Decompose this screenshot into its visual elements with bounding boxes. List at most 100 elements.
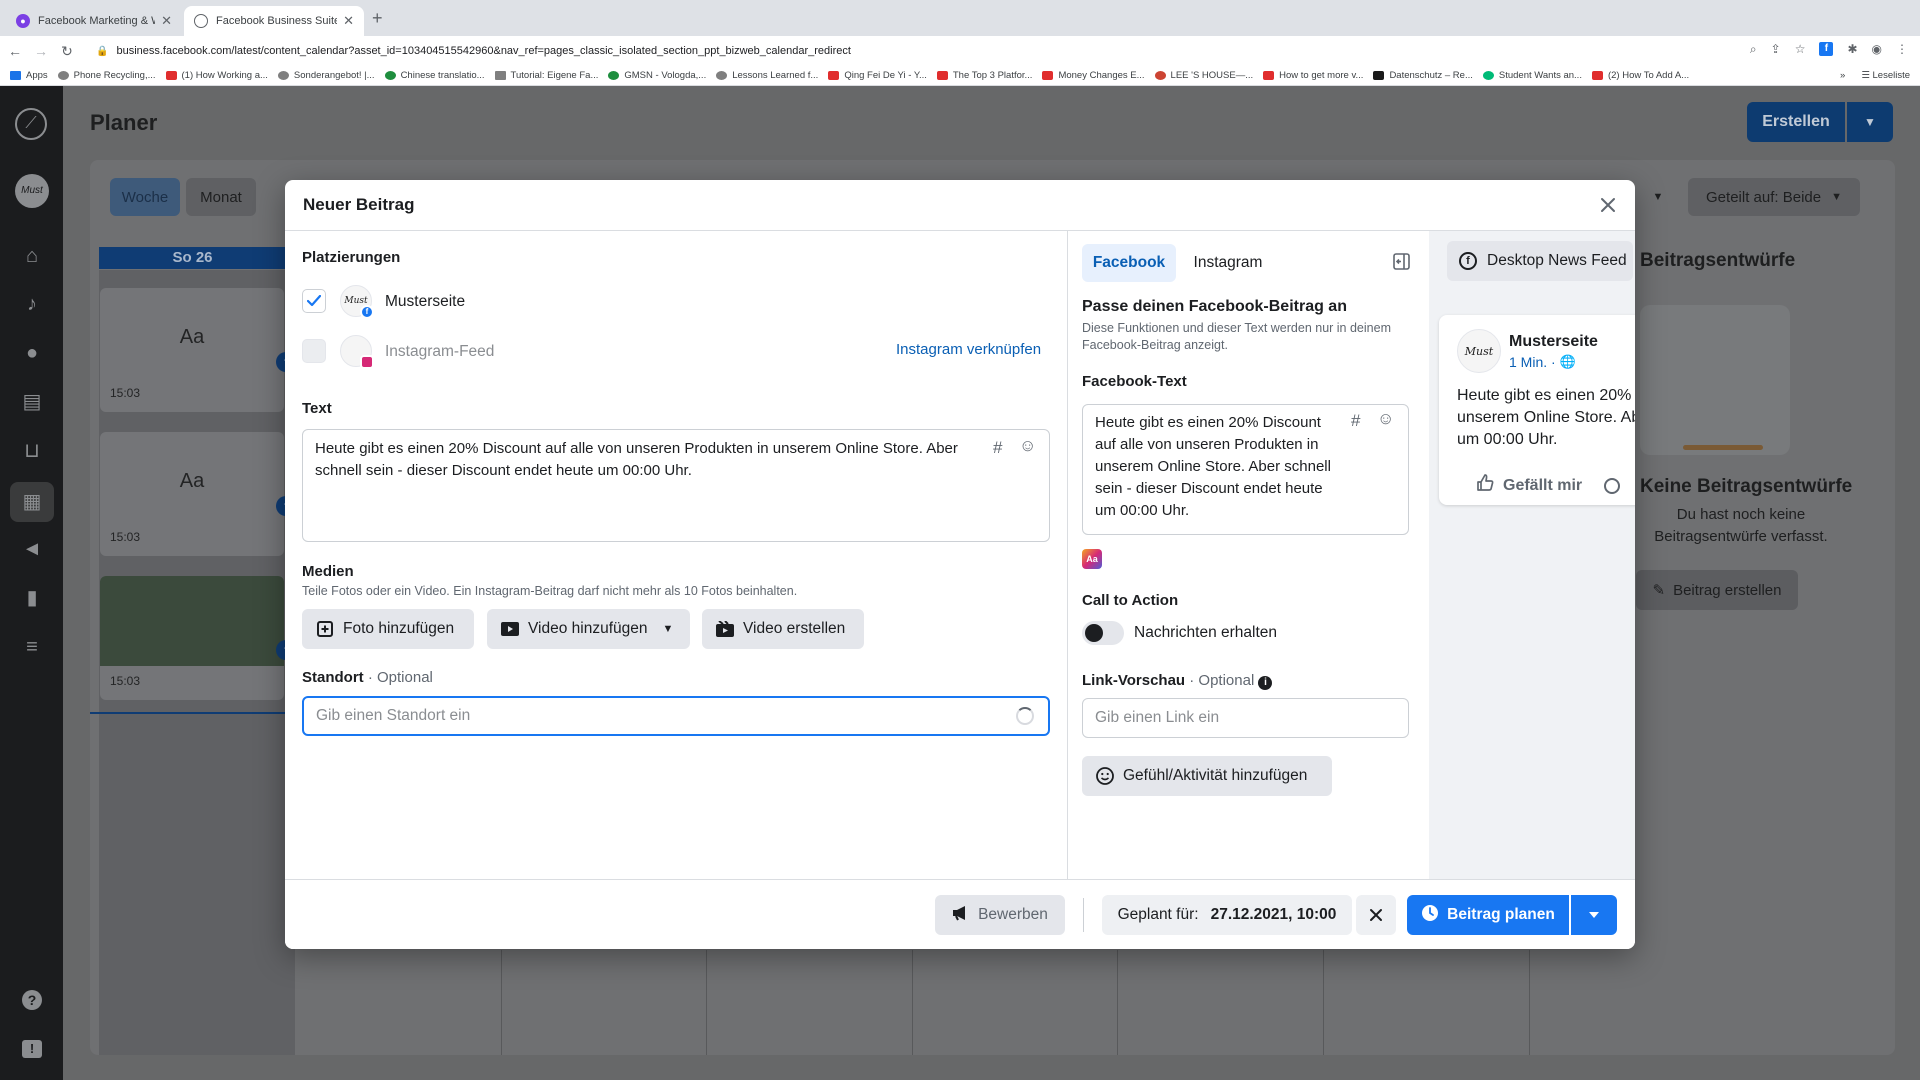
- browser-tab-business-suite[interactable]: Facebook Business Suite ✕: [184, 6, 364, 36]
- clock-icon: [1421, 904, 1439, 927]
- meta-logo-icon[interactable]: ⟋: [15, 108, 47, 140]
- browser-tab-facebook-marketing[interactable]: ● Facebook Marketing & Werbea ✕: [6, 6, 182, 36]
- create-video-button[interactable]: Video erstellen: [702, 609, 864, 649]
- bookmark-item[interactable]: GMSN - Vologda,...: [608, 70, 706, 81]
- bookmark-item[interactable]: Money Changes E...: [1042, 70, 1145, 81]
- calendar-post-card[interactable]: Aa f 15:03: [100, 432, 296, 556]
- bookmark-item[interactable]: Lessons Learned f...: [716, 70, 818, 81]
- menu-icon[interactable]: ≡: [20, 635, 44, 659]
- hashtag-icon[interactable]: #: [993, 438, 1002, 458]
- bookmark-item[interactable]: Sonderangebot! |...: [277, 70, 375, 81]
- facebook-extension-icon[interactable]: f: [1819, 42, 1834, 56]
- extensions-icon[interactable]: ✱: [1847, 42, 1857, 57]
- zoom-icon[interactable]: ⌕: [1750, 42, 1757, 57]
- shared-on-filter[interactable]: Geteilt auf: Beide ▼: [1688, 178, 1860, 216]
- facebook-text-area[interactable]: Heute gibt es einen 20% Discount auf all…: [1082, 404, 1409, 535]
- link-input[interactable]: [1082, 698, 1409, 738]
- facebook-badge-icon: f: [360, 305, 374, 319]
- posts-icon[interactable]: ▤: [20, 390, 44, 414]
- notifications-icon[interactable]: ♪: [20, 292, 44, 316]
- schedule-options-chevron-icon[interactable]: [1571, 895, 1617, 935]
- bookmark-item[interactable]: Tutorial: Eigene Fa...: [494, 70, 598, 81]
- view-week-tab[interactable]: Woche: [110, 178, 180, 216]
- bookmark-item[interactable]: LEE 'S HOUSE—...: [1154, 70, 1253, 81]
- toggle-knob: [1085, 624, 1103, 642]
- youtube-icon: [828, 71, 840, 80]
- page-avatar-icon[interactable]: Must: [15, 174, 49, 208]
- collapse-panel-icon[interactable]: [1393, 253, 1410, 275]
- schedule-post-button[interactable]: Beitrag planen: [1407, 895, 1569, 935]
- shop-icon[interactable]: ⊔: [20, 439, 44, 463]
- location-input[interactable]: [302, 696, 1050, 736]
- bookmark-star-icon[interactable]: ☆: [1795, 42, 1806, 57]
- facebook-icon: f: [1459, 252, 1477, 270]
- profile-avatar-icon[interactable]: ◉: [1872, 42, 1882, 57]
- calendar-post-card[interactable]: Aa f 15:03: [100, 288, 296, 412]
- bookmark-item[interactable]: Chinese translatio...: [384, 70, 485, 81]
- cta-toggle[interactable]: [1082, 621, 1124, 645]
- bookmark-item[interactable]: How to get more v...: [1263, 70, 1363, 81]
- bookmark-favicon-icon: [277, 71, 289, 80]
- tab-facebook[interactable]: Facebook: [1082, 244, 1176, 282]
- post-text-area[interactable]: Heute gibt es einen 20% Discount auf all…: [302, 429, 1050, 542]
- chevron-down-icon: ▼: [662, 623, 674, 635]
- thumbs-up-icon: [1475, 473, 1495, 498]
- view-month-tab[interactable]: Monat: [186, 178, 256, 216]
- help-icon[interactable]: ?: [22, 990, 42, 1010]
- youtube-icon: [1042, 71, 1054, 80]
- placement-name: Instagram-Feed: [385, 343, 495, 360]
- reload-icon[interactable]: ↻: [56, 43, 78, 60]
- tab-instagram[interactable]: Instagram: [1181, 244, 1275, 282]
- filter-dropdown-chevron-icon[interactable]: ▼: [1638, 178, 1678, 216]
- youtube-icon: [936, 71, 948, 80]
- bookmark-item[interactable]: The Top 3 Platfor...: [936, 70, 1032, 81]
- add-feeling-button[interactable]: Gefühl/Aktivität hinzufügen: [1082, 756, 1332, 796]
- tab-close-icon[interactable]: ✕: [161, 13, 172, 29]
- planner-calendar-icon[interactable]: ▦: [10, 482, 54, 522]
- text-style-icon[interactable]: Aa: [1082, 549, 1102, 569]
- create-dropdown-chevron-icon[interactable]: ▼: [1847, 102, 1893, 142]
- close-icon[interactable]: [1593, 190, 1623, 220]
- reading-list[interactable]: » ☰ Leseliste: [1840, 70, 1910, 81]
- browser-menu-icon[interactable]: ⋮: [1896, 42, 1908, 57]
- calendar-post-card[interactable]: f 15:03: [100, 576, 296, 700]
- forward-icon[interactable]: →: [30, 43, 52, 59]
- placement-checkbox-musterseite[interactable]: [302, 289, 326, 313]
- url-field[interactable]: 🔒 business.facebook.com/latest/content_c…: [96, 45, 851, 57]
- insights-chart-icon[interactable]: ▮: [20, 586, 44, 610]
- dialog-header: Neuer Beitrag: [285, 180, 1635, 231]
- inbox-icon[interactable]: ●: [20, 341, 44, 365]
- bookmark-apps[interactable]: Apps: [10, 70, 48, 81]
- emoji-icon[interactable]: ☺: [1019, 436, 1036, 456]
- schedule-date-button[interactable]: Geplant für: 27.12.2021, 10:00: [1102, 895, 1352, 935]
- new-tab-icon[interactable]: +: [372, 8, 383, 29]
- report-icon[interactable]: !: [22, 1040, 42, 1058]
- share-icon[interactable]: ⇪: [1771, 42, 1781, 57]
- add-photo-button[interactable]: Foto hinzufügen: [302, 609, 474, 649]
- text-label: Text: [302, 400, 332, 417]
- clear-schedule-icon[interactable]: [1356, 895, 1396, 935]
- back-icon[interactable]: ←: [4, 43, 26, 59]
- bookmark-item[interactable]: Datenschutz – Re...: [1373, 70, 1473, 81]
- ads-megaphone-icon[interactable]: ◄: [20, 537, 44, 561]
- bookmark-item[interactable]: (2) How To Add A...: [1591, 70, 1689, 81]
- home-icon[interactable]: ⌂: [20, 244, 44, 268]
- calendar-grid-line: [912, 950, 913, 1055]
- info-icon[interactable]: i: [1258, 676, 1273, 690]
- add-video-button[interactable]: Video hinzufügen ▼: [487, 609, 690, 649]
- bookmark-item[interactable]: Student Wants an...: [1482, 70, 1582, 81]
- bookmark-item[interactable]: Phone Recycling,...: [57, 70, 156, 81]
- promote-button[interactable]: Bewerben: [935, 895, 1065, 935]
- tab-close-icon[interactable]: ✕: [343, 13, 354, 29]
- post-preview-column: f Desktop News Feed Must Musterseite 1 M…: [1429, 231, 1635, 879]
- create-button[interactable]: Erstellen: [1747, 102, 1845, 142]
- link-instagram-link[interactable]: Instagram verknüpfen: [896, 341, 1041, 358]
- emoji-icon[interactable]: ☺: [1377, 409, 1394, 429]
- bookmark-item[interactable]: Qing Fei De Yi - Y...: [828, 70, 927, 81]
- hashtag-icon[interactable]: #: [1351, 411, 1360, 431]
- placement-checkbox-instagram[interactable]: [302, 339, 326, 363]
- preview-mode-selector[interactable]: f Desktop News Feed: [1447, 241, 1633, 281]
- lock-icon: 🔒: [96, 45, 109, 57]
- bookmark-item[interactable]: (1) How Working a...: [165, 70, 268, 81]
- create-draft-button[interactable]: ✎ Beitrag erstellen: [1636, 570, 1798, 610]
